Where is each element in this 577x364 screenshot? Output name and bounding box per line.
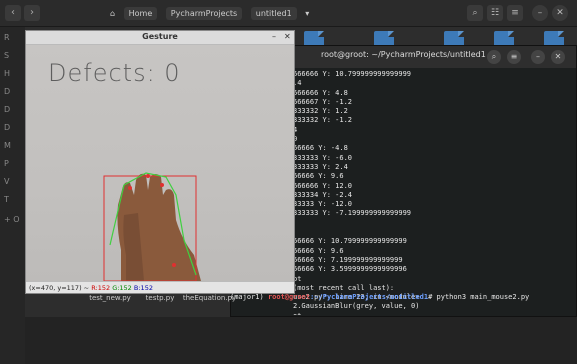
- status-coords: (x=470, y=117) ~: [29, 284, 92, 292]
- forward-button[interactable]: ›: [24, 5, 40, 21]
- file-label[interactable]: theEquation.py: [182, 294, 237, 302]
- sidebar-item-other-locations[interactable]: + O: [4, 213, 24, 227]
- prompt-env: (major1): [230, 293, 268, 301]
- search-icon[interactable]: ⌕: [487, 50, 501, 64]
- status-g: G:152: [112, 284, 132, 292]
- terminal-output[interactable]: 666666 Y: 10.799999999999999.4 666666 Y: …: [293, 70, 573, 315]
- prompt-command: # python3 main_mouse2.py: [428, 293, 530, 301]
- terminal-line: 66666 Y: -4.8: [293, 144, 348, 153]
- sidebar-item-downloads[interactable]: D: [4, 121, 24, 135]
- terminal-line: 66666 Y: 9.6: [293, 172, 344, 181]
- file-label[interactable]: testp.py: [130, 294, 190, 302]
- view-list-icon[interactable]: ☷: [487, 5, 503, 21]
- back-button[interactable]: ‹: [5, 5, 21, 21]
- sidebar-item-desktop[interactable]: D: [4, 85, 24, 99]
- search-icon[interactable]: ⌕: [467, 5, 483, 21]
- prompt-path: :~/PycharmProjects/untitled1: [310, 293, 429, 301]
- breadcrumb: ⌂ Home PycharmProjects untitled1 ▾: [110, 6, 315, 22]
- gesture-titlebar[interactable]: Gesture – ✕: [26, 31, 294, 45]
- sidebar-item-documents[interactable]: D: [4, 103, 24, 117]
- close-button[interactable]: ✕: [552, 5, 568, 21]
- terminal-line: 66666 Y: 3.5999999999999996: [293, 265, 407, 274]
- minimize-button[interactable]: –: [531, 50, 545, 64]
- minimize-button[interactable]: –: [272, 32, 276, 41]
- hull-point: [160, 183, 164, 187]
- hand-image: [103, 172, 201, 281]
- terminal-line: 666666 Y: 10.799999999999999: [293, 70, 412, 78]
- terminal-line: 666666 Y: 4.8: [293, 88, 348, 97]
- terminal-line: 666666 Y: 12.0: [293, 181, 353, 190]
- terminal-line: 66666 Y: 7.199999999999999: [293, 255, 403, 264]
- terminal-line: 2.GaussianBlur(grey, value, 0): [293, 302, 420, 311]
- terminal-line: 333333 Y: -7.199999999999999: [293, 209, 412, 218]
- status-r: R:152: [91, 284, 111, 292]
- sidebar: R S H D D D M P V T + O: [0, 27, 25, 364]
- sidebar-item-pictures[interactable]: P: [4, 157, 24, 171]
- status-b: B:152: [133, 284, 153, 292]
- terminal-title: root@groot: ~/PycharmProjects/untitled1: [321, 50, 486, 59]
- prompt-user: root@groot: [267, 293, 311, 301]
- menu-icon[interactable]: ≡: [507, 5, 523, 21]
- terminal-line: ot: [293, 312, 573, 315]
- chevron-down-icon[interactable]: ▾: [305, 9, 309, 18]
- hull-point: [128, 186, 132, 190]
- terminal-line: 0: [293, 135, 298, 144]
- sidebar-item-videos[interactable]: V: [4, 175, 24, 189]
- breadcrumb-untitled1[interactable]: untitled1: [250, 7, 297, 20]
- sidebar-item-trash[interactable]: T: [4, 193, 24, 207]
- terminal-line: 66666 Y: 10.799999999999999: [293, 237, 407, 246]
- sidebar-item-home[interactable]: H: [4, 67, 24, 81]
- terminal-line: 333333 Y: 2.4: [293, 162, 348, 171]
- menu-icon[interactable]: ≡: [507, 50, 521, 64]
- breadcrumb-pycharmprojects[interactable]: PycharmProjects: [165, 7, 243, 20]
- file-manager-header: ‹ › ⌂ Home PycharmProjects untitled1 ▾ ⌕…: [0, 0, 577, 27]
- minimize-button[interactable]: –: [532, 5, 548, 21]
- gesture-window[interactable]: Gesture – ✕ Defects: 0 (x=470, y=117) ~ …: [25, 30, 295, 294]
- sidebar-item-starred[interactable]: S: [4, 49, 24, 63]
- terminal-line: 66666 Y: 9.6: [293, 246, 344, 255]
- file-grid-bottom: [25, 317, 577, 364]
- terminal-line: 333334 Y: -2.4: [293, 190, 353, 199]
- terminal-line: 33333 Y: -12.0: [293, 200, 353, 209]
- terminal-line: ot: [293, 274, 302, 283]
- terminal-prompt[interactable]: (major1) root@groot:~/PycharmProjects/un…: [230, 291, 560, 303]
- terminal-line: 4: [293, 125, 298, 134]
- sidebar-item-music[interactable]: M: [4, 139, 24, 153]
- close-button[interactable]: ✕: [551, 50, 565, 64]
- hull-point: [146, 174, 150, 178]
- hull-point: [172, 263, 176, 267]
- terminal-line: .4: [293, 79, 302, 88]
- gesture-title: Gesture: [142, 32, 178, 41]
- close-button[interactable]: ✕: [284, 32, 291, 41]
- sidebar-item-recent[interactable]: R: [4, 31, 24, 45]
- terminal-line: 333332 Y: -1.2: [293, 116, 353, 125]
- terminal-line: 666667 Y: -1.2: [293, 97, 353, 106]
- breadcrumb-home[interactable]: Home: [123, 7, 158, 20]
- terminal-line: 333333 Y: -6.0: [293, 153, 353, 162]
- camera-feed: Defects: 0: [26, 45, 294, 281]
- home-icon[interactable]: ⌂: [110, 9, 115, 18]
- terminal-line: 333332 Y: 1.2: [293, 107, 348, 116]
